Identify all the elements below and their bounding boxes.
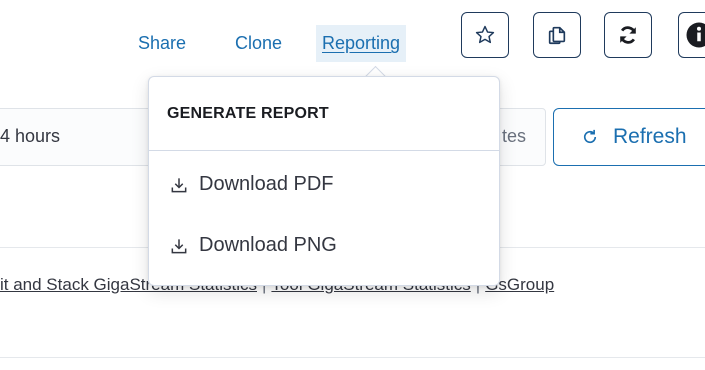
reporting-link[interactable]: Reporting [316,25,407,62]
copy-button[interactable] [533,12,581,58]
report-popover: GENERATE REPORT Download PDF Download PN… [148,76,500,286]
sync-button[interactable] [604,12,652,58]
help-button[interactable] [678,12,705,58]
favorite-button[interactable] [461,12,509,58]
refresh-interval-label: tes [502,126,527,146]
clone-link[interactable]: Clone [235,33,282,54]
help-icon [686,22,705,48]
download-pdf-item[interactable]: Download PDF [169,173,334,196]
time-range-label: 4 hours [0,126,61,146]
download-icon [171,177,187,192]
refresh-icon [583,129,597,144]
sync-icon [620,26,636,44]
copy-icon [548,26,566,45]
share-link[interactable]: Share [138,33,186,54]
popover-divider [149,150,499,151]
refresh-button[interactable]: Refresh [553,108,705,166]
download-pdf-label: Download PDF [199,173,334,195]
popover-title: GENERATE REPORT [167,105,329,122]
download-icon [171,238,187,253]
star-icon [475,25,495,44]
refresh-label: Refresh [613,125,687,148]
download-png-item[interactable]: Download PNG [169,234,337,257]
divider [0,357,705,358]
download-png-label: Download PNG [199,234,337,256]
